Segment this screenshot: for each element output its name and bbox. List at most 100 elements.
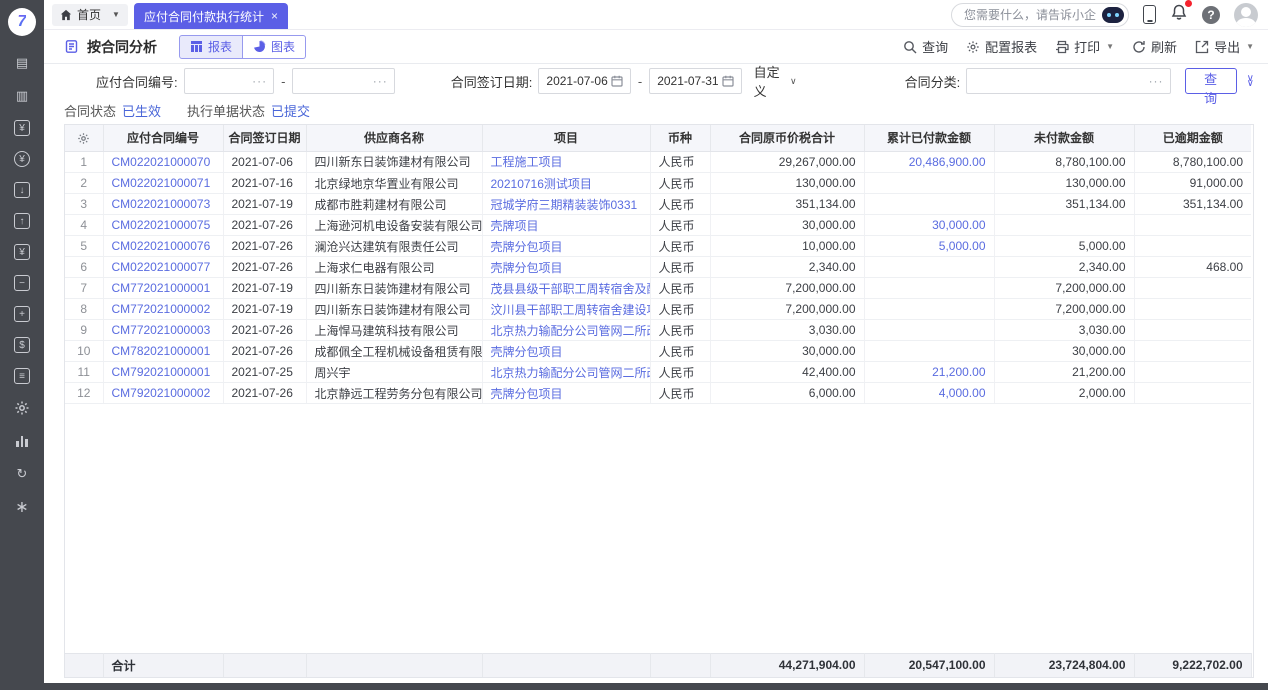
table-row[interactable]: 4CM0220210000752021-07-26上海逊河机电设备安装有限公司壳… — [65, 215, 1251, 236]
date-mode-select[interactable]: 自定义∨ — [754, 62, 797, 100]
table-row[interactable]: 10CM7820210000012021-07-26成都佩全工程机械设备租赁有限… — [65, 341, 1251, 362]
column-settings-header[interactable] — [65, 125, 103, 151]
payment-hand-icon[interactable]: ¥ — [14, 151, 30, 167]
notification-bell-icon[interactable] — [1170, 3, 1188, 26]
column-gear-icon[interactable] — [77, 132, 90, 145]
table-row[interactable]: 11CM7920210000012021-07-25周兴宇北京热力输配分公司管网… — [65, 362, 1251, 383]
currency-cell: 人民币 — [650, 152, 710, 173]
tab-active[interactable]: 应付合同付款执行统计 × — [134, 3, 288, 29]
bar-chart-icon[interactable] — [13, 432, 31, 450]
contract-no-link[interactable]: CM772021000002 — [103, 299, 223, 320]
billing-icon[interactable]: − — [14, 275, 30, 291]
print-action[interactable]: 打印▼ — [1055, 37, 1114, 56]
cash-journal-icon[interactable]: ¥ — [14, 120, 30, 136]
contract-no-link[interactable]: CM782021000001 — [103, 341, 223, 362]
header-sign-date[interactable]: 合同签订日期 — [223, 125, 306, 151]
doc-status-link[interactable]: 已提交 — [271, 104, 310, 119]
refresh-action[interactable]: 刷新 — [1132, 37, 1177, 56]
query-action[interactable]: 查询 — [903, 37, 948, 56]
header-project[interactable]: 项目 — [482, 125, 650, 151]
toggle-report-button[interactable]: 报表 — [179, 35, 243, 59]
payout-out-icon[interactable]: ↑ — [14, 213, 30, 229]
assistant-search-input[interactable]: 您需要什么，请告诉小企 — [951, 3, 1129, 27]
contract-no-link[interactable]: CM022021000070 — [103, 152, 223, 173]
contract-status-link[interactable]: 已生效 — [122, 104, 161, 119]
picker-ellipsis-icon[interactable]: ··· — [1149, 74, 1164, 88]
mobile-icon[interactable] — [1143, 5, 1156, 24]
date-from-input[interactable]: 2021-07-06 — [538, 68, 630, 94]
paid-amount-link[interactable]: 20,486,900.00 — [864, 152, 994, 173]
row-number: 4 — [65, 215, 103, 236]
header-unpaid[interactable]: 未付款金额 — [994, 125, 1134, 151]
table-row[interactable]: 7CM7720210000012021-07-19四川新东日装饰建材有限公司茂县… — [65, 278, 1251, 299]
contract-no-link[interactable]: CM022021000077 — [103, 257, 223, 278]
contract-no-link[interactable]: CM022021000075 — [103, 215, 223, 236]
contract-no-link[interactable]: CM792021000001 — [103, 362, 223, 383]
report-icon[interactable]: ≡ — [14, 368, 30, 384]
header-paid[interactable]: 累计已付款金额 — [864, 125, 994, 151]
contract-no-link[interactable]: CM022021000076 — [103, 236, 223, 257]
export-action[interactable]: 导出▼ — [1195, 37, 1254, 56]
category-input[interactable]: ··· — [966, 68, 1170, 94]
help-icon[interactable]: ? — [1202, 6, 1220, 24]
header-total[interactable]: 合同原币价税合计 — [710, 125, 864, 151]
project-link[interactable]: 壳牌分包项目 — [482, 236, 650, 257]
contract-no-from-input[interactable]: ··· — [184, 68, 274, 94]
header-contract-no[interactable]: 应付合同编号 — [103, 125, 223, 151]
header-overdue[interactable]: 已逾期金额 — [1134, 125, 1251, 151]
unpaid-amount-cell: 2,340.00 — [994, 257, 1134, 278]
calculator-icon[interactable]: + — [14, 306, 30, 322]
paid-amount-link[interactable]: 21,200.00 — [864, 362, 994, 383]
contract-no-link[interactable]: CM022021000073 — [103, 194, 223, 215]
date-to-input[interactable]: 2021-07-31 — [649, 68, 741, 94]
asterisk-icon[interactable]: ∗ — [13, 498, 31, 516]
avatar[interactable] — [1234, 3, 1258, 27]
tab-home[interactable]: 首页 ▼ — [52, 4, 128, 26]
project-link[interactable]: 北京热力输配分公司管网二所改造项目 — [482, 362, 650, 383]
table-row[interactable]: 2CM0220210000712021-07-16北京绿地京华置业有限公司202… — [65, 173, 1251, 194]
table-row[interactable]: 1CM0220210000702021-07-06四川新东日装饰建材有限公司工程… — [65, 152, 1251, 173]
paid-amount-link[interactable]: 5,000.00 — [864, 236, 994, 257]
paid-amount-link[interactable]: 30,000.00 — [864, 215, 994, 236]
contract-no-to-input[interactable]: ··· — [292, 68, 394, 94]
project-link[interactable]: 汶川县干部职工周转宿舍建设项目 — [482, 299, 650, 320]
table-row[interactable]: 8CM7720210000022021-07-19四川新东日装饰建材有限公司汶川… — [65, 299, 1251, 320]
table-row[interactable]: 3CM0220210000732021-07-19成都市胜莉建材有限公司冠城学府… — [65, 194, 1251, 215]
project-link[interactable]: 北京热力输配分公司管网二所改造项目 — [482, 320, 650, 341]
table-row[interactable]: 6CM0220210000772021-07-26上海求仁电器有限公司壳牌分包项… — [65, 257, 1251, 278]
app-logo[interactable]: 7 — [8, 8, 36, 36]
paid-amount-link[interactable]: 4,000.00 — [864, 383, 994, 404]
contract-no-link[interactable]: CM792021000002 — [103, 383, 223, 404]
toggle-chart-button[interactable]: 图表 — [243, 35, 306, 59]
project-link[interactable]: 壳牌分包项目 — [482, 257, 650, 278]
contract-no-link[interactable]: CM772021000003 — [103, 320, 223, 341]
project-link[interactable]: 茂县县级干部职工周转宿舍及配套设施 — [482, 278, 650, 299]
history-clock-icon[interactable]: ↻ — [13, 465, 31, 483]
collection-in-icon[interactable]: ↓ — [14, 182, 30, 198]
project-link[interactable]: 壳牌分包项目 — [482, 341, 650, 362]
ledger-icon[interactable]: $ — [14, 337, 30, 353]
project-link[interactable]: 20210716测试项目 — [482, 173, 650, 194]
picker-ellipsis-icon[interactable]: ··· — [373, 74, 388, 88]
header-supplier[interactable]: 供应商名称 — [306, 125, 482, 151]
project-link[interactable]: 冠城学府三期精装装饰0331 — [482, 194, 650, 215]
close-tab-icon[interactable]: × — [271, 9, 278, 23]
picker-ellipsis-icon[interactable]: ··· — [252, 74, 267, 88]
query-button[interactable]: 查询 — [1185, 68, 1237, 94]
table-row[interactable]: 12CM7920210000022021-07-26北京静远工程劳务分包有限公司… — [65, 383, 1251, 404]
header-currency[interactable]: 币种 — [650, 125, 710, 151]
archive-icon[interactable]: ▤ — [13, 54, 31, 72]
project-link[interactable]: 工程施工项目 — [482, 152, 650, 173]
project-link[interactable]: 壳牌项目 — [482, 215, 650, 236]
contract-doc-icon[interactable]: ▥ — [13, 87, 31, 105]
contract-no-link[interactable]: CM022021000071 — [103, 173, 223, 194]
chevron-down-icon[interactable]: ▼ — [112, 10, 120, 19]
table-row[interactable]: 5CM0220210000762021-07-26澜沧兴达建筑有限责任公司壳牌分… — [65, 236, 1251, 257]
invoice-icon[interactable]: ¥ — [14, 244, 30, 260]
table-row[interactable]: 9CM7720210000032021-07-26上海悍马建筑科技有限公司北京热… — [65, 320, 1251, 341]
project-link[interactable]: 壳牌分包项目 — [482, 383, 650, 404]
settings-gear-icon[interactable] — [13, 399, 31, 417]
configure-report-action[interactable]: 配置报表 — [966, 37, 1037, 56]
collapse-double-chevron-icon[interactable]: ∨∨ — [1247, 76, 1254, 86]
contract-no-link[interactable]: CM772021000001 — [103, 278, 223, 299]
